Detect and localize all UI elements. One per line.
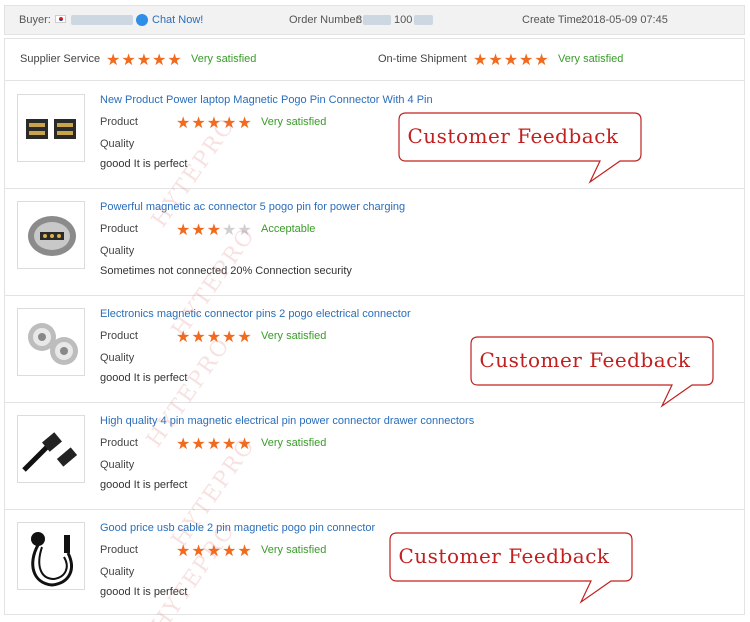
product-label: Product <box>100 544 138 556</box>
product-label: Product <box>100 437 138 449</box>
star-filled-icon: ★ <box>222 434 237 453</box>
create-time-value: 2018-05-09 07:45 <box>581 14 668 26</box>
shipment-stars: ★ ★ ★ ★ ★ <box>473 50 549 69</box>
star-filled-icon: ★ <box>206 434 222 453</box>
product-title-link[interactable]: Powerful magnetic ac connector 5 pogo pi… <box>100 201 405 213</box>
order-number-redacted-2 <box>414 15 433 25</box>
star-filled-icon: ★ <box>176 434 191 453</box>
korea-flag-icon <box>55 15 66 23</box>
star-filled-icon: ★ <box>534 50 549 69</box>
product-label: Product <box>100 330 138 342</box>
order-number-label: Order Number: <box>289 14 363 26</box>
chat-now-link[interactable]: Chat Now! <box>152 14 203 26</box>
star-empty-icon: ★ <box>222 220 237 239</box>
star-filled-icon: ★ <box>222 113 237 132</box>
star-filled-icon: ★ <box>488 50 503 69</box>
order-number-mid: 100 <box>394 14 413 26</box>
shipment-label: On-time Shipment <box>378 53 467 65</box>
product-title-link[interactable]: Electronics magnetic connector pins 2 po… <box>100 308 411 320</box>
star-filled-icon: ★ <box>519 50 534 69</box>
buyer-comment: goood It is perfect <box>100 372 188 384</box>
shipment-rating: Very satisfied <box>558 53 624 65</box>
product-thumbnail[interactable] <box>17 522 85 590</box>
star-filled-icon: ★ <box>191 434 206 453</box>
star-empty-icon: ★ <box>237 220 252 239</box>
quality-label: Quality <box>100 352 135 364</box>
star-filled-icon: ★ <box>191 220 206 239</box>
customer-feedback-callout: Customer Feedback <box>389 532 634 604</box>
order-number-redacted-1 <box>363 15 391 25</box>
product-stars: ★ ★ ★ ★ ★ <box>176 220 252 239</box>
buyer-comment: Sometimes not connected 20% Connection s… <box>100 265 352 277</box>
product-stars: ★ ★ ★ ★ ★ <box>176 541 252 560</box>
order-header: Buyer: Chat Now! Order Number: 3 100 Cre… <box>4 5 745 35</box>
product-rating-text: Very satisfied <box>261 544 327 556</box>
star-filled-icon: ★ <box>176 327 191 346</box>
star-filled-icon: ★ <box>191 541 206 560</box>
quality-label: Quality <box>100 459 135 471</box>
supplier-service-rating: Very satisfied <box>191 53 257 65</box>
buyer-comment: goood It is perfect <box>100 479 188 491</box>
customer-feedback-callout: Customer Feedback <box>398 112 643 184</box>
product-title-link[interactable]: New Product Power laptop Magnetic Pogo P… <box>100 94 433 106</box>
star-filled-icon: ★ <box>176 113 191 132</box>
product-thumbnail[interactable] <box>17 308 85 376</box>
create-time-label: Create Time: <box>522 14 585 26</box>
product-rating-text: Acceptable <box>261 223 316 235</box>
product-title-link[interactable]: Good price usb cable 2 pin magnetic pogo… <box>100 522 375 534</box>
star-filled-icon: ★ <box>152 50 167 69</box>
buyer-comment: goood It is perfect <box>100 586 188 598</box>
quality-label: Quality <box>100 566 135 578</box>
star-filled-icon: ★ <box>206 220 222 239</box>
product-thumbnail[interactable] <box>17 94 85 162</box>
callout-text: Customer Feedback <box>398 544 610 568</box>
product-stars: ★ ★ ★ ★ ★ <box>176 113 252 132</box>
callout-text: Customer Feedback <box>479 348 691 372</box>
star-filled-icon: ★ <box>106 50 121 69</box>
customer-feedback-callout: Customer Feedback <box>470 336 715 408</box>
supplier-service-label: Supplier Service <box>20 53 101 65</box>
star-filled-icon: ★ <box>237 113 252 132</box>
star-filled-icon: ★ <box>222 327 237 346</box>
order-number-prefix: 3 <box>356 14 363 26</box>
star-filled-icon: ★ <box>191 327 206 346</box>
supplier-service-stars: ★ ★ ★ ★ ★ <box>106 50 182 69</box>
star-filled-icon: ★ <box>176 541 191 560</box>
product-label: Product <box>100 116 138 128</box>
product-rating-text: Very satisfied <box>261 330 327 342</box>
product-thumbnail[interactable] <box>17 415 85 483</box>
feedback-row: Powerful magnetic ac connector 5 pogo pi… <box>5 189 744 296</box>
product-thumbnail[interactable] <box>17 201 85 269</box>
product-stars: ★ ★ ★ ★ ★ <box>176 327 252 346</box>
chat-icon[interactable] <box>136 14 148 26</box>
star-filled-icon: ★ <box>206 541 222 560</box>
star-filled-icon: ★ <box>167 50 182 69</box>
summary-ratings: Supplier Service ★ ★ ★ ★ ★ Very satisfied On… <box>5 39 744 81</box>
star-filled-icon: ★ <box>206 327 222 346</box>
star-filled-icon: ★ <box>191 113 206 132</box>
callout-text: Customer Feedback <box>407 124 619 148</box>
star-filled-icon: ★ <box>206 113 222 132</box>
star-filled-icon: ★ <box>136 50 152 69</box>
quality-label: Quality <box>100 138 135 150</box>
quality-label: Quality <box>100 245 135 257</box>
product-label: Product <box>100 223 138 235</box>
product-rating-text: Very satisfied <box>261 437 327 449</box>
star-filled-icon: ★ <box>237 327 252 346</box>
product-stars: ★ ★ ★ ★ ★ <box>176 434 252 453</box>
star-filled-icon: ★ <box>237 541 252 560</box>
star-filled-icon: ★ <box>222 541 237 560</box>
buyer-comment: goood It is perfect <box>100 158 188 170</box>
star-filled-icon: ★ <box>121 50 136 69</box>
star-filled-icon: ★ <box>473 50 488 69</box>
star-filled-icon: ★ <box>237 434 252 453</box>
product-rating-text: Very satisfied <box>261 116 327 128</box>
product-title-link[interactable]: High quality 4 pin magnetic electrical p… <box>100 415 474 427</box>
buyer-label: Buyer: <box>19 14 51 26</box>
feedback-row: High quality 4 pin magnetic electrical p… <box>5 403 744 510</box>
star-filled-icon: ★ <box>176 220 191 239</box>
buyer-name-redacted <box>71 15 133 25</box>
star-filled-icon: ★ <box>503 50 519 69</box>
